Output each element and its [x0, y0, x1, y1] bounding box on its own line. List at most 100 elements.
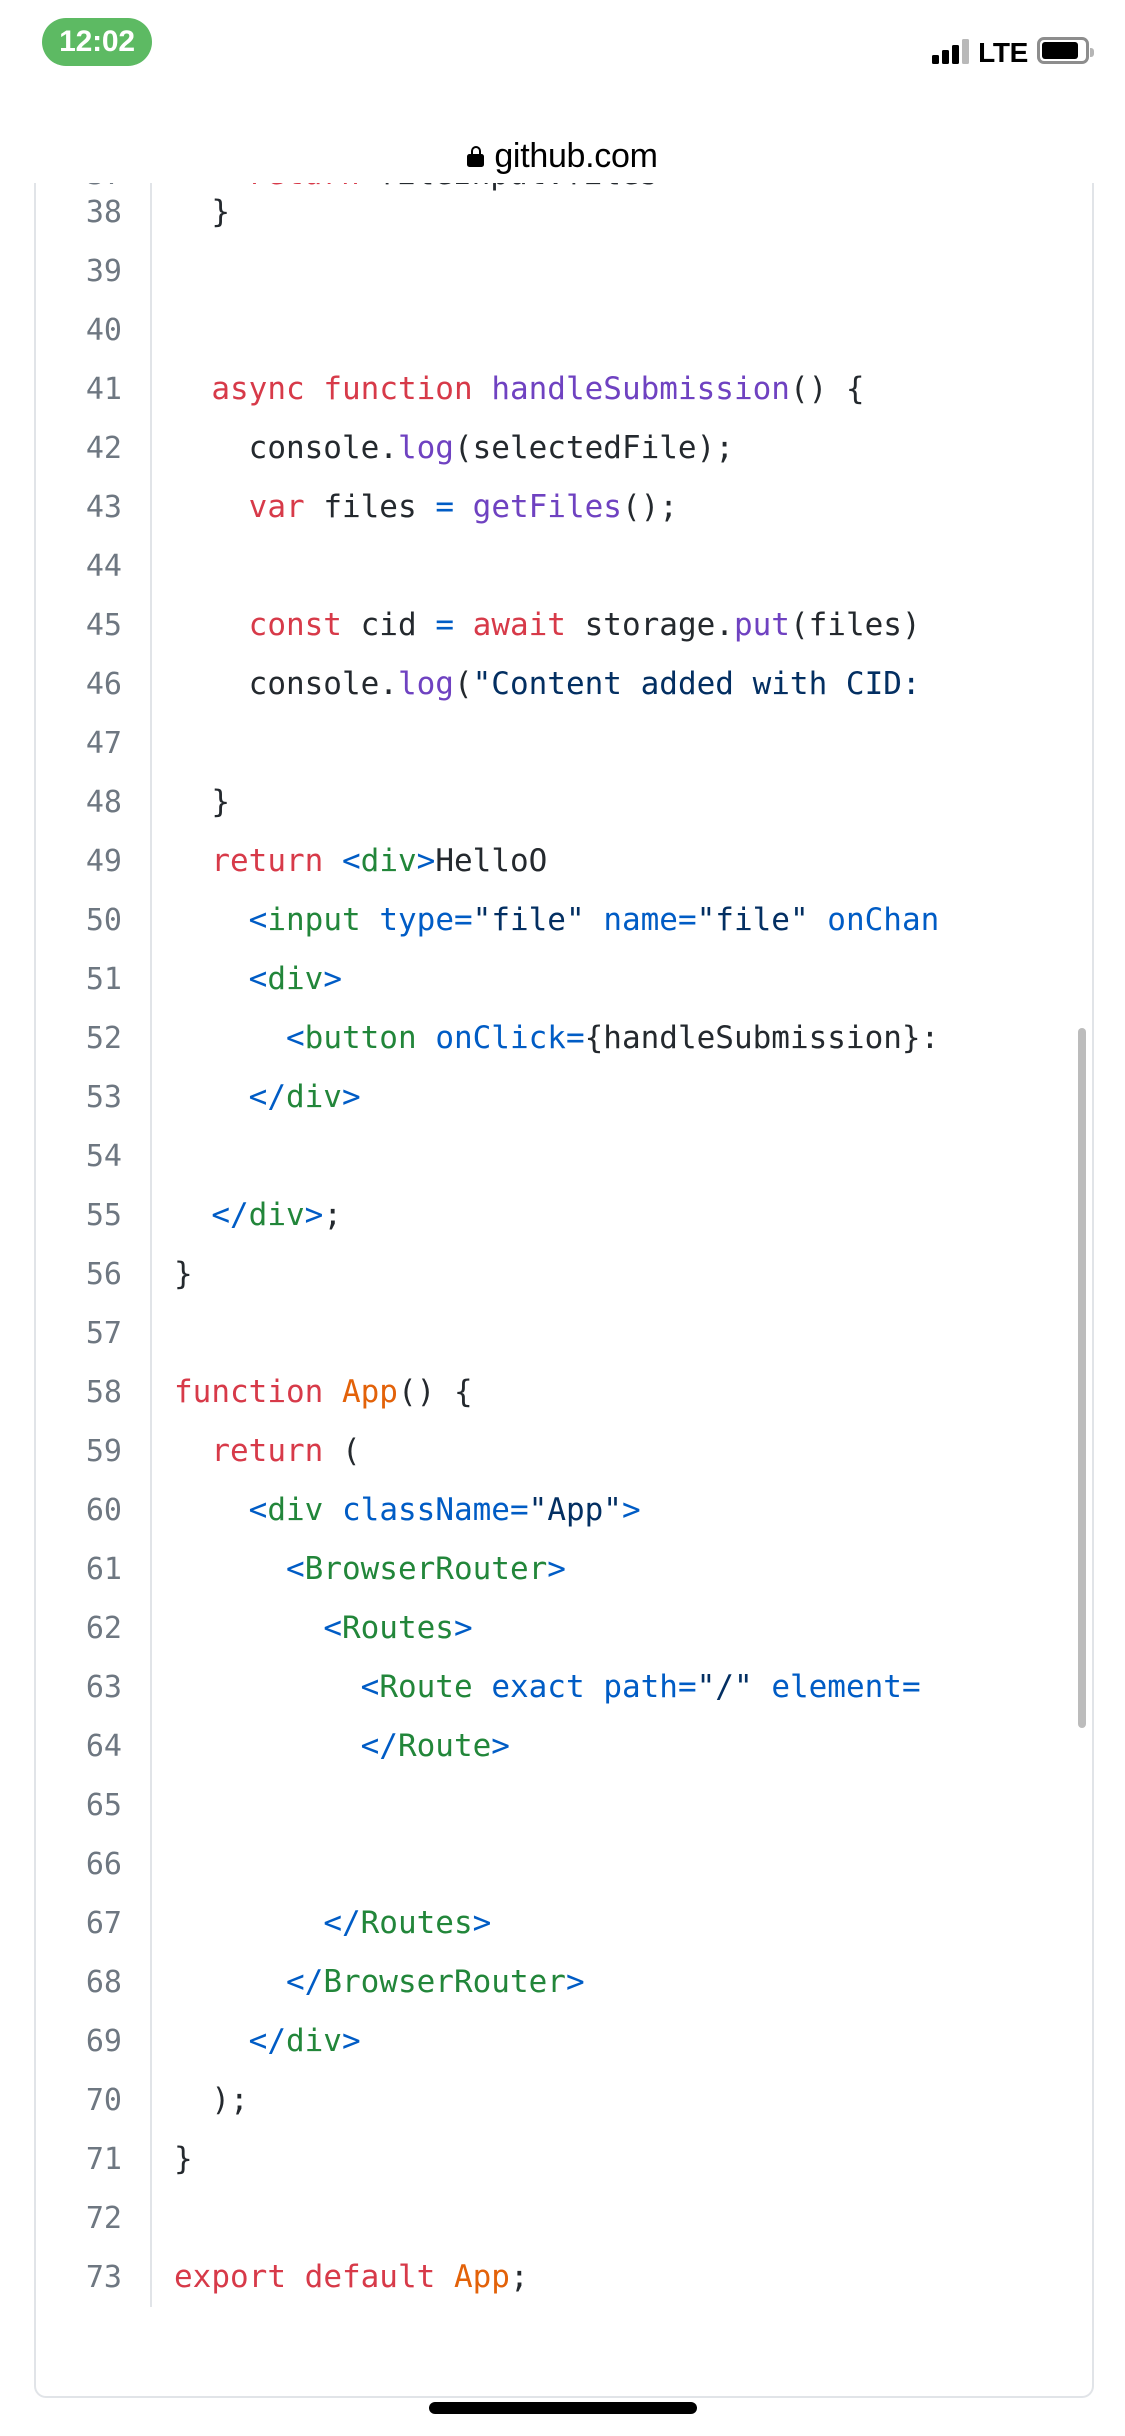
code-line-row: 43 var files = getFiles(); — [36, 478, 1092, 537]
code-token: ; — [509, 2259, 529, 2295]
lock-icon — [467, 145, 485, 167]
code-file-panel[interactable]: 37 return fileInput.files 38 }394041 asy… — [34, 183, 1094, 2398]
code-token: > — [565, 1964, 585, 2000]
code-token: BrowserRouter — [323, 1964, 566, 2000]
line-content — [151, 2189, 1092, 2248]
line-content: } — [151, 2130, 1092, 2189]
line-number: 60 — [36, 1481, 152, 1540]
code-token: } — [174, 194, 230, 230]
code-token: return — [211, 1433, 324, 1469]
code-line-row: 56} — [36, 1245, 1092, 1304]
code-token: > — [491, 1728, 510, 1764]
line-content: <Route exact path="/" element= — [151, 1658, 1092, 1717]
line-number: 48 — [36, 773, 152, 832]
line-content — [151, 537, 1092, 596]
code-line-row: 50 <input type="file" name="file" onChan — [36, 891, 1092, 950]
code-token: className — [342, 1492, 510, 1528]
line-content: </div> — [151, 1068, 1092, 1127]
line-number: 37 — [36, 183, 151, 199]
code-line-row: 44 — [36, 537, 1092, 596]
status-bar: 12:02 LTE — [0, 0, 1125, 132]
line-number: 72 — [36, 2189, 152, 2248]
code-token: async — [211, 371, 305, 407]
code-lines-table: 38 } 39 40 41 async function handleSubmissi… — [36, 183, 1092, 2307]
code-token: "file" — [472, 902, 585, 938]
code-line-row: 55 </div>; — [36, 1186, 1092, 1245]
code-scroll-region[interactable]: 37 return fileInput.files 38 }394041 asy… — [36, 183, 1092, 2396]
vertical-scrollbar[interactable] — [1078, 1028, 1086, 1728]
line-content — [151, 1776, 1092, 1835]
code-token: cid — [341, 607, 436, 643]
line-content — [151, 714, 1092, 773]
code-token: = — [901, 1669, 921, 1705]
code-token: div — [285, 1079, 342, 1115]
code-token: Route — [397, 1728, 492, 1764]
line-number: 39 — [36, 242, 152, 301]
code-token: BrowserRouter — [304, 1551, 548, 1587]
code-token: console. — [174, 430, 398, 466]
code-token: > — [341, 2023, 361, 2059]
line-content: var files = getFiles(); — [151, 478, 1092, 537]
code-token: ( — [453, 666, 473, 702]
code-token: (); — [621, 489, 678, 525]
home-indicator[interactable] — [428, 2402, 697, 2414]
code-token: < — [248, 1492, 268, 1528]
code-token: = — [565, 1020, 585, 1056]
code-line-row: 54 — [36, 1127, 1092, 1186]
code-line-row: 47 — [36, 714, 1092, 773]
code-token: div — [267, 961, 324, 997]
code-token: default — [304, 2259, 436, 2295]
code-line-row: 52 <button onClick={handleSubmission}: — [36, 1009, 1092, 1068]
code-token: div — [267, 1492, 324, 1528]
status-time-pill[interactable]: 12:02 — [42, 18, 152, 66]
code-line-row: 46 console.log("Content added with CID: — [36, 655, 1092, 714]
network-type-label: LTE — [978, 37, 1028, 68]
code-token: element — [771, 1669, 902, 1705]
code-line-row: 67 </Routes> — [36, 1894, 1092, 1953]
line-content: export default App; — [151, 2248, 1092, 2307]
line-content: <button onClick={handleSubmission}: — [151, 1009, 1092, 1068]
line-number: 69 — [36, 2012, 152, 2071]
code-token: function — [323, 371, 473, 407]
code-token: < — [323, 1610, 342, 1646]
code-line-row: 39 — [36, 242, 1092, 301]
code-token: < — [248, 902, 268, 938]
phone-screen: 12:02 LTE github.com 37 return fileInput… — [0, 0, 1125, 2436]
line-number: 68 — [36, 1953, 152, 2012]
code-line-row: 73 export default App; — [36, 2248, 1092, 2307]
line-number: 53 — [36, 1068, 152, 1127]
code-token: "Content added with CID: — [472, 666, 921, 702]
line-content: </Route> — [151, 1717, 1092, 1776]
line-content: async function handleSubmission() { — [151, 360, 1092, 419]
line-number: 52 — [36, 1009, 152, 1068]
line-number: 66 — [36, 1835, 152, 1894]
code-line-row: 65 — [36, 1776, 1092, 1835]
line-content: </div> — [151, 2012, 1092, 2071]
code-token: > — [323, 961, 342, 997]
code-token: getFiles — [472, 489, 622, 525]
code-token: </ — [360, 1728, 398, 1764]
line-number: 73 — [36, 2248, 152, 2307]
code-token: = — [677, 1669, 697, 1705]
code-token: div — [248, 1197, 305, 1233]
code-line-row: 62 <Routes> — [36, 1599, 1092, 1658]
line-content — [151, 1304, 1092, 1363]
code-token: type — [379, 902, 454, 938]
code-token: return — [248, 183, 360, 192]
code-token: < — [285, 1551, 305, 1587]
code-token: = — [453, 902, 473, 938]
browser-url-bar[interactable]: github.com — [0, 132, 1125, 180]
code-token: () { — [789, 371, 865, 407]
code-line-row: 72 — [36, 2189, 1092, 2248]
code-token: Route — [379, 1669, 473, 1705]
line-number: 65 — [36, 1776, 152, 1835]
